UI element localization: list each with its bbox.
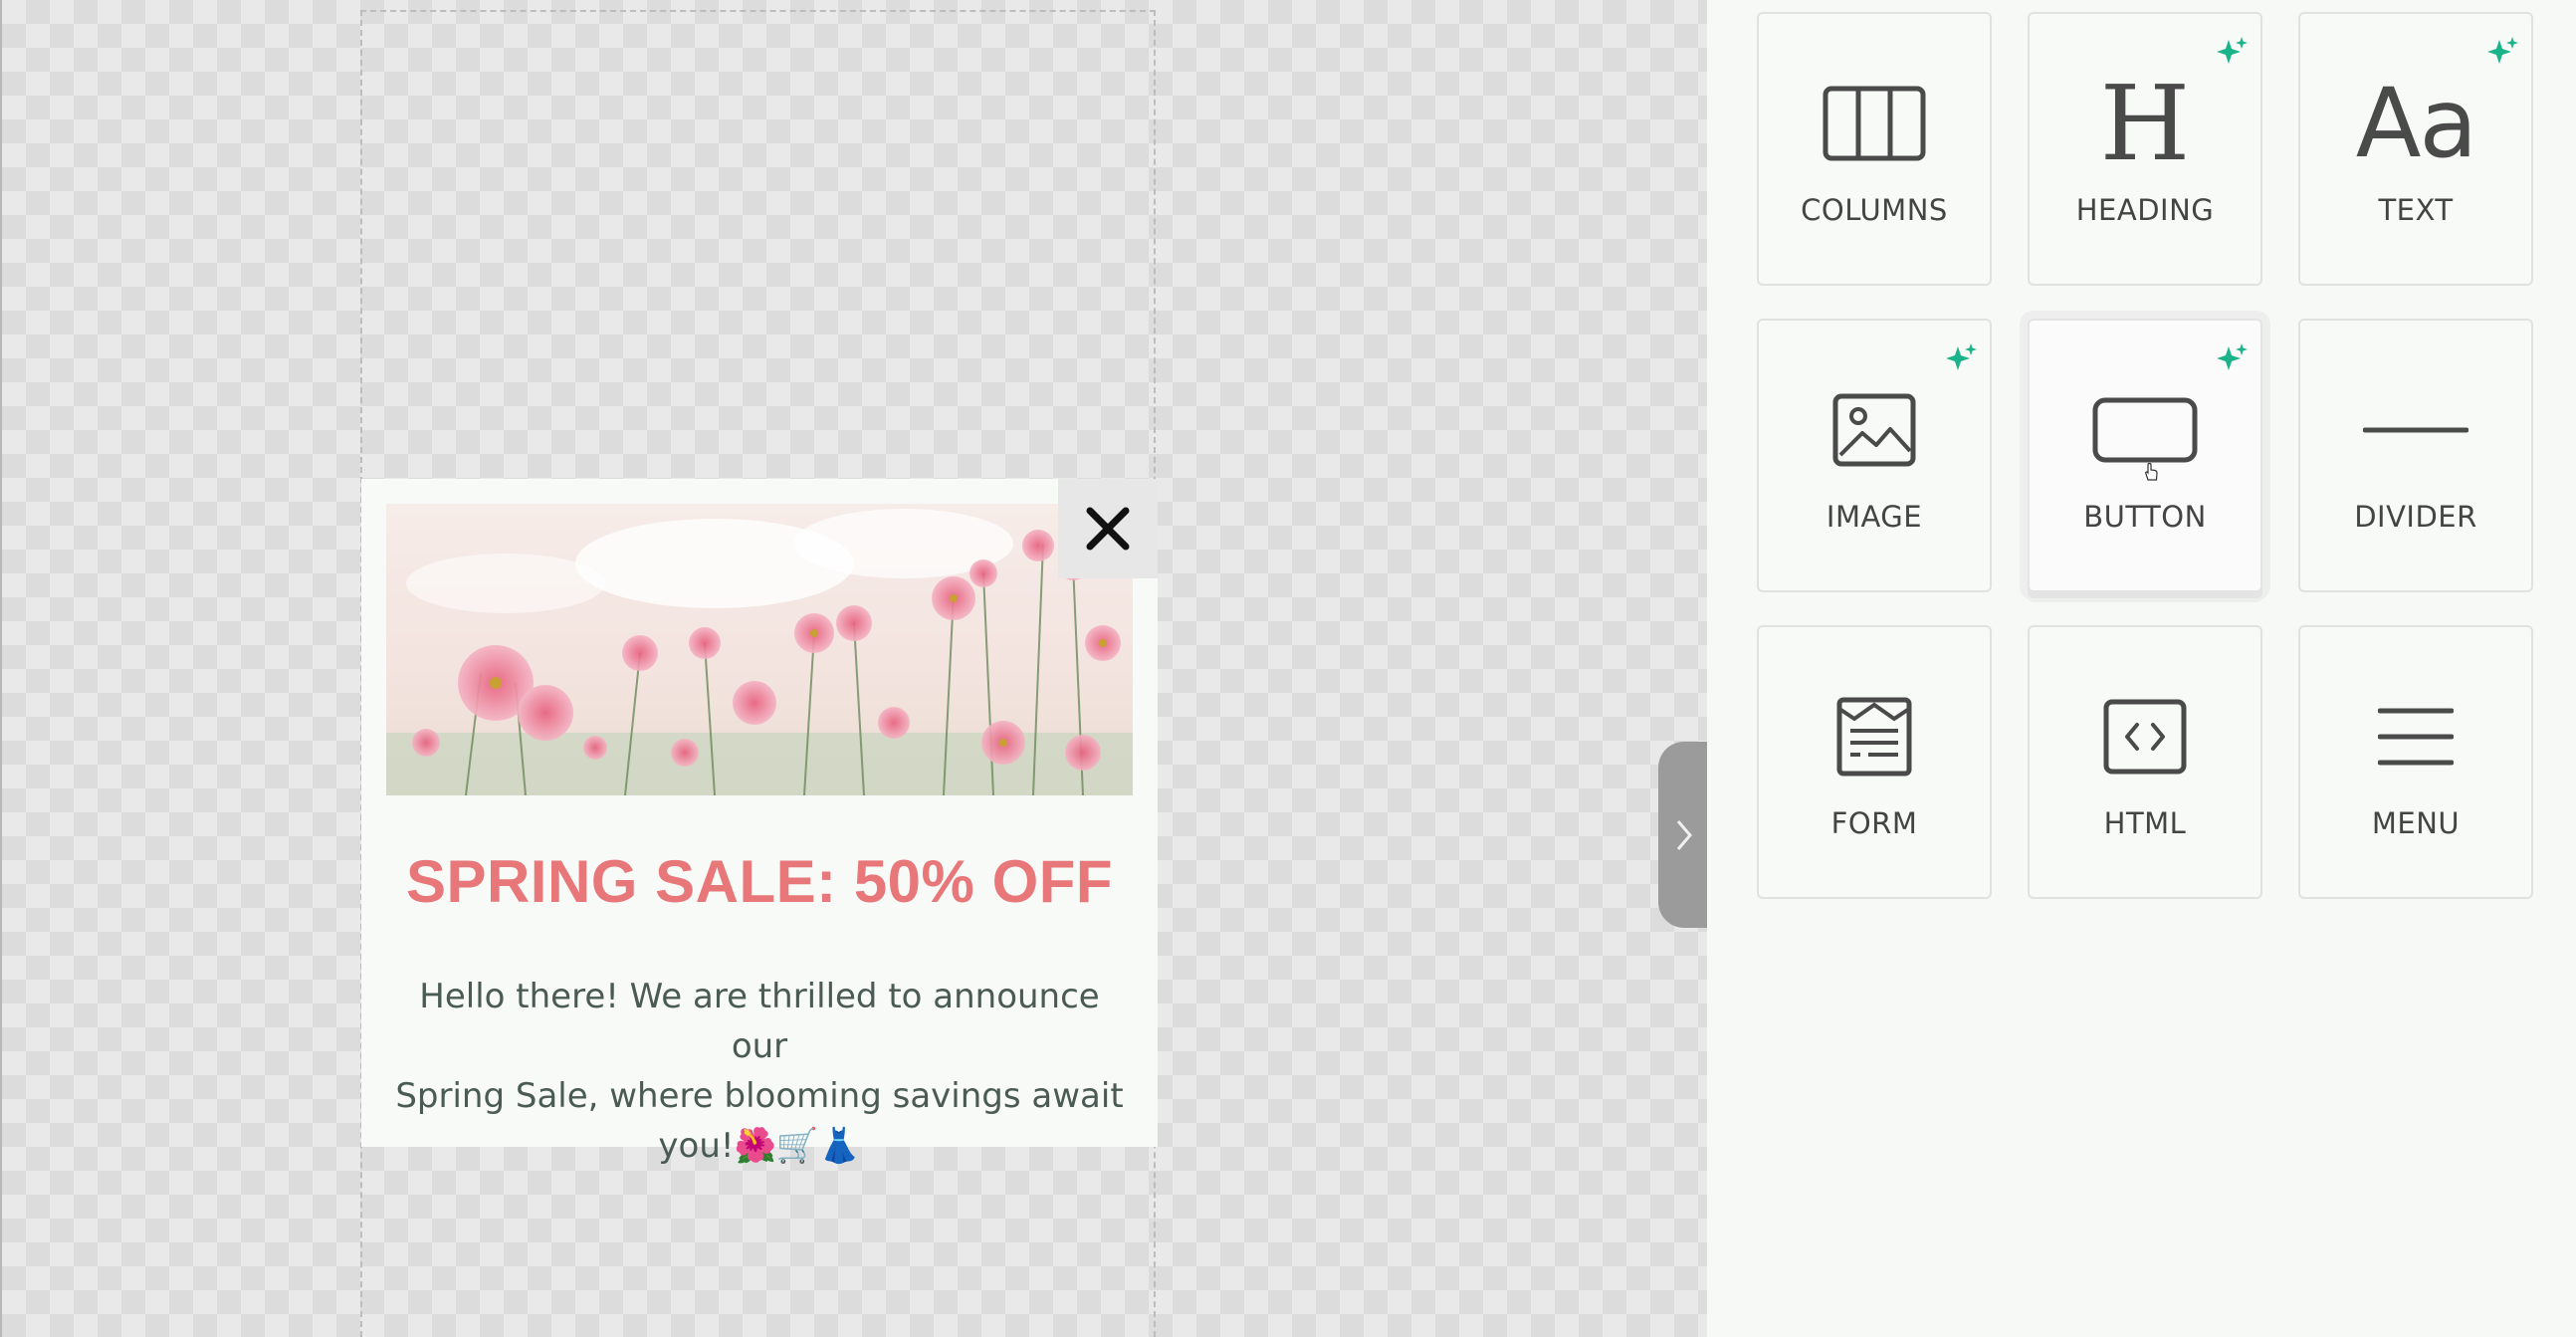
block-tile-menu[interactable]: MENU xyxy=(2298,625,2533,899)
hero-flower-image[interactable] xyxy=(386,504,1133,795)
hibiscus-emoji: 🌺 xyxy=(734,1126,776,1166)
divider-icon xyxy=(2300,375,2531,485)
block-tile-columns[interactable]: COLUMNS xyxy=(1757,12,1992,286)
body-line-3: you!🌺🛒👗 xyxy=(391,1121,1128,1171)
block-label: DIVIDER xyxy=(2354,500,2477,534)
block-label: MENU xyxy=(2371,806,2461,840)
block-tile-button[interactable]: BUTTON xyxy=(2028,319,2262,592)
hand-cursor-icon xyxy=(2145,462,2158,481)
block-tile-text[interactable]: Aa TEXT xyxy=(2298,12,2533,286)
close-icon xyxy=(1086,507,1130,551)
editor-canvas[interactable]: SPRING SALE: 50% OFF Hello there! We are… xyxy=(0,0,1709,1337)
block-label: TEXT xyxy=(2378,193,2454,227)
heading-glyph: H xyxy=(2099,63,2191,184)
block-label: FORM xyxy=(1830,806,1918,840)
block-label: HEADING xyxy=(2075,193,2215,227)
popup-headline[interactable]: SPRING SALE: 50% OFF xyxy=(361,847,1158,916)
block-tile-heading[interactable]: H HEADING xyxy=(2028,12,2262,286)
image-icon xyxy=(1759,375,1990,485)
body-line-2: Spring Sale, where blooming savings awai… xyxy=(395,1076,1124,1116)
form-icon xyxy=(1759,682,1990,791)
heading-icon: H xyxy=(2030,69,2260,178)
sidebar-collapse-toggle[interactable] xyxy=(1658,742,1709,928)
ai-sparkle-icon xyxy=(2487,37,2518,64)
block-label: COLUMNS xyxy=(1801,193,1948,227)
block-label: BUTTON xyxy=(2083,500,2207,534)
text-glyph: Aa xyxy=(2355,68,2477,179)
columns-icon xyxy=(1759,69,1990,178)
text-icon: Aa xyxy=(2300,69,2531,178)
body-line-1: Hello there! We are thrilled to announce… xyxy=(419,977,1100,1066)
ai-sparkle-icon xyxy=(1946,343,1977,370)
block-tile-html[interactable]: HTML xyxy=(2028,625,2262,899)
block-label: IMAGE xyxy=(1825,500,1923,534)
block-tile-image[interactable]: IMAGE xyxy=(1757,319,1992,592)
html-icon xyxy=(2030,682,2260,791)
popup-body-text[interactable]: Hello there! We are thrilled to announce… xyxy=(391,972,1128,1171)
dress-emoji: 👗 xyxy=(818,1126,861,1166)
chevron-right-icon xyxy=(1676,819,1692,850)
block-label: HTML xyxy=(2103,806,2187,840)
shopping-cart-emoji: 🛒 xyxy=(775,1126,819,1166)
ai-sparkle-icon xyxy=(2217,343,2248,370)
body-line-3-text: you! xyxy=(658,1126,735,1166)
blocks-sidebar: COLUMNS H HEADING Aa TEXT IMAGE BUTTON D… xyxy=(1707,0,2576,1337)
block-tile-divider[interactable]: DIVIDER xyxy=(2298,319,2533,592)
block-tile-form[interactable]: FORM xyxy=(1757,625,1992,899)
menu-icon xyxy=(2300,682,2531,791)
popup-container[interactable]: SPRING SALE: 50% OFF Hello there! We are… xyxy=(361,479,1158,1166)
popup-close-button[interactable] xyxy=(1058,479,1158,578)
ai-sparkle-icon xyxy=(2217,37,2248,64)
